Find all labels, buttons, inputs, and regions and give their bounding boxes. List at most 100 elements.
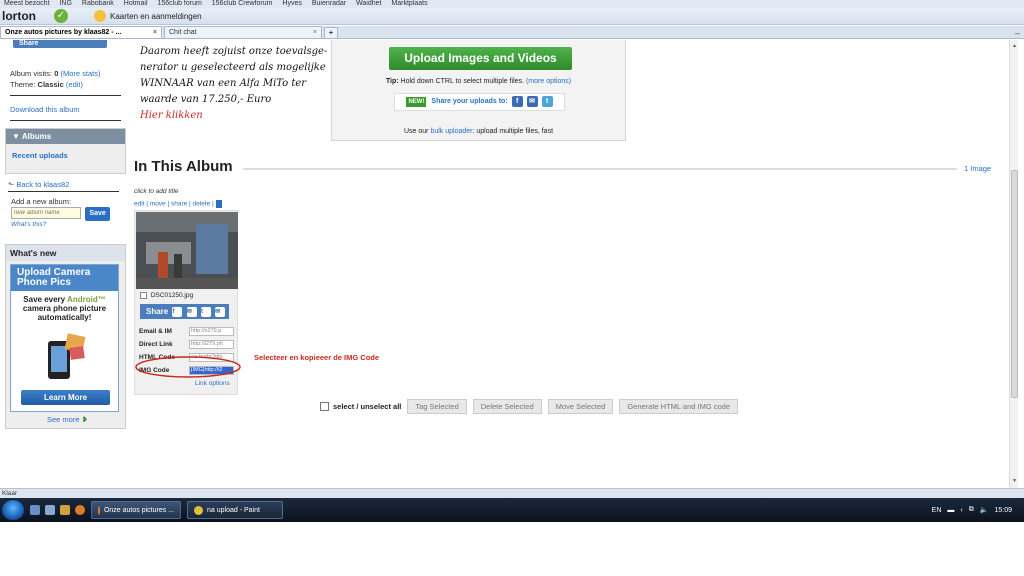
paint-icon (194, 505, 203, 515)
scroll-down-icon[interactable]: ▼ (1012, 478, 1017, 484)
whats-this-link[interactable]: What's this? (11, 221, 121, 228)
see-more-link[interactable]: See more ❥ (47, 415, 88, 424)
select-all-label[interactable]: select / unselect all (333, 402, 401, 411)
bookmark-item[interactable]: 156club Crewforum (212, 0, 273, 7)
recent-uploads-link[interactable]: Recent uploads (6, 144, 125, 167)
share-strip-button[interactable]: Share (13, 40, 107, 48)
more-stats-link[interactable]: (More stats) (60, 69, 100, 78)
download-album-link[interactable]: Download this album (10, 105, 121, 114)
bookmark-item[interactable]: Hotmail (124, 0, 148, 7)
new-tab-button[interactable]: + (324, 27, 338, 38)
select-all-checkbox[interactable] (320, 401, 329, 411)
album-visits: Album visits: 0 (More stats) (10, 69, 101, 78)
handwritten-note: Daarom heeft zojuist onze toevalsge- ner… (140, 44, 330, 124)
bulk-uploader-line: Use our bulk uploader: upload multiple f… (403, 128, 554, 135)
start-button[interactable] (1, 499, 25, 521)
arrow-right-icon: ❥ (81, 415, 88, 424)
tab-close-icon[interactable]: × (309, 29, 317, 36)
delete-selected-button[interactable]: Delete Selected (472, 398, 542, 414)
whats-new-box: What's new Upload Camera Phone Pics Save… (5, 244, 126, 429)
taskbar: Onze autos pictures ... na upload - Pain… (0, 498, 1024, 522)
promo-text: Save every Android™ camera phone picture… (22, 295, 107, 322)
bulk-uploader-link[interactable]: bulk uploader (430, 128, 472, 135)
show-desktop-icon[interactable] (30, 505, 40, 515)
facebook-icon[interactable]: f (172, 306, 183, 317)
firefox-icon[interactable] (75, 505, 85, 515)
minimize-icon[interactable]: – (1015, 28, 1020, 38)
learn-more-button[interactable]: Learn More (21, 390, 110, 405)
scrollbar-thumb[interactable] (1011, 170, 1018, 398)
network-icon[interactable]: ⧉ (969, 506, 974, 514)
back-link[interactable]: Back to klaas82 (16, 180, 69, 189)
upload-panel: Upload Images and Videos Tip: Hold down … (331, 40, 626, 141)
myspace-icon[interactable]: ✉ (526, 95, 538, 107)
filename: DSC01250.jpg (150, 292, 194, 300)
check-icon[interactable]: ✓ (54, 9, 68, 23)
tag-selected-button[interactable]: Tag Selected (407, 398, 467, 414)
new-album-form: Add a new album: Save What's this? (11, 197, 121, 228)
save-button[interactable]: Save (85, 207, 111, 221)
more-options-link[interactable]: (more options) (526, 78, 571, 85)
tray-expand-icon[interactable]: ‹ (960, 507, 962, 514)
page-scrollbar[interactable]: ▲ ▼ (1009, 40, 1018, 488)
theme-edit-link[interactable]: (edit) (66, 80, 83, 89)
divider (8, 191, 119, 192)
bookmark-item[interactable]: Rabobank (82, 0, 114, 7)
bookmark-item[interactable]: Meest bezocht (4, 0, 50, 7)
back-arrow-icon: ⬑ (8, 180, 15, 189)
theme-line: Theme: Classic (edit) (10, 80, 83, 89)
task-firefox[interactable]: Onze autos pictures ... (91, 501, 181, 519)
new-badge: NEW! (406, 97, 427, 107)
image-action-links[interactable]: edit | move | share | delete | (134, 200, 222, 208)
language-indicator[interactable]: EN (932, 507, 942, 514)
twitter-icon[interactable]: t (541, 95, 553, 107)
facebook-icon[interactable]: f (511, 95, 523, 107)
click-here-link[interactable]: Hier klikken (140, 108, 330, 124)
tab-close-icon[interactable]: × (149, 29, 157, 36)
link-row-direct: Direct Link http://i279.ph (139, 339, 234, 350)
bookmark-item[interactable]: Marktplaats (391, 0, 427, 7)
tab-chit-chat[interactable]: Chit chat × (164, 26, 322, 38)
bookmark-item[interactable]: 156club forum (157, 0, 201, 7)
tab-photo-album[interactable]: Onze autos pictures by klaas82 - ... × (0, 26, 162, 38)
link-options-link[interactable]: Link options (195, 380, 230, 387)
move-selected-button[interactable]: Move Selected (547, 398, 614, 414)
volume-icon[interactable]: 🔈 (980, 506, 989, 514)
tab-label: Onze autos pictures by klaas82 - ... (5, 29, 122, 36)
image-share-button[interactable]: Share f ✉ t ✉ (140, 304, 229, 319)
firefox-icon (98, 505, 100, 515)
toolbar-brand[interactable]: lorton (0, 9, 54, 23)
new-album-input[interactable] (11, 207, 81, 219)
clock[interactable]: 15:09 (994, 507, 1012, 514)
task-paint[interactable]: na upload - Paint (187, 501, 283, 519)
share-uploads-bar: NEW! Share your uploads to: f ✉ t (394, 93, 565, 111)
map-menu[interactable]: Kaarten en aanmeldingen (110, 12, 202, 21)
media-icon[interactable] (60, 505, 70, 515)
image-count: 1 Image (964, 164, 992, 173)
image-checkbox[interactable] (140, 292, 147, 299)
add-title-link[interactable]: click to add title (134, 188, 178, 195)
annotation-instruction: Selecteer en kopieeer de IMG Code (254, 353, 380, 362)
bookmark-item[interactable]: Buienradar (312, 0, 346, 7)
email-link-field[interactable]: http://s279.p (189, 327, 234, 336)
upload-images-button[interactable]: Upload Images and Videos (389, 47, 572, 70)
generate-codes-button[interactable]: Generate HTML and IMG code (619, 398, 739, 414)
image-thumbnail[interactable] (136, 212, 238, 289)
map-icon (94, 10, 106, 22)
bookmark-item[interactable]: ING (59, 0, 71, 7)
email-icon[interactable]: ✉ (215, 306, 226, 317)
scroll-up-icon[interactable]: ▲ (1012, 43, 1017, 49)
albums-header[interactable]: ▼ Albums (6, 129, 125, 144)
phone-promo[interactable]: Upload Camera Phone Pics Save every Andr… (10, 264, 119, 412)
keyboard-icon[interactable]: ▬ (947, 507, 954, 514)
system-tray: EN ▬ ‹ ⧉ 🔈 15:09 (926, 506, 1024, 514)
myspace-icon[interactable]: ✉ (186, 306, 197, 317)
direct-link-field[interactable]: http://i279.ph (189, 340, 234, 349)
twitter-icon[interactable]: t (200, 306, 211, 317)
filename-row: DSC01250.jpg (140, 292, 193, 299)
bookmark-item[interactable]: Waidhet (356, 0, 381, 7)
bookmark-item[interactable]: Hyves (282, 0, 301, 7)
annotation-circle (135, 356, 241, 378)
phone-icon[interactable] (215, 200, 222, 208)
explorer-icon[interactable] (45, 505, 55, 515)
